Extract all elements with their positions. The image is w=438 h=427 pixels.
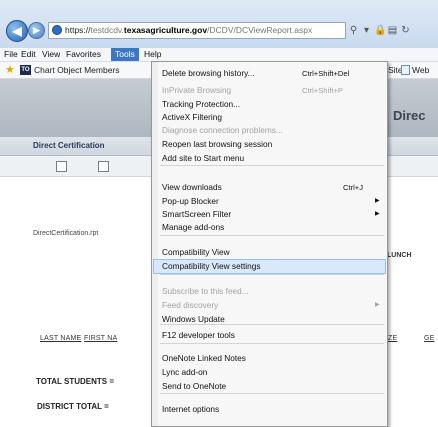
menu-item-label: F12 developer tools <box>162 330 235 340</box>
tools-menu-item-manage-add-ons[interactable]: Manage add-ons <box>154 221 385 234</box>
tools-menu-item-subscribe-to-this-feed: Subscribe to this feed... <box>154 285 385 298</box>
refresh-icon[interactable]: ↻ <box>400 22 411 39</box>
menu-item-label: Lync add-on <box>162 367 208 377</box>
url-protocol: https:// <box>65 25 91 35</box>
tools-menu-item-activex-filtering[interactable]: ActiveX Filtering <box>154 111 385 124</box>
menu-item-label: Manage add-ons <box>162 222 225 232</box>
menu-favorites[interactable]: Favorites <box>62 48 105 61</box>
menu-item-label: Send to OneNote <box>162 381 227 391</box>
menu-item-label: SmartScreen Filter <box>162 209 232 219</box>
tools-menu-item-reopen-last-browsing-session[interactable]: Reopen last browsing session <box>154 138 385 151</box>
menu-item-label: Pop-up Blocker <box>162 196 219 206</box>
lock-icon[interactable]: 🔒 <box>374 22 386 39</box>
tools-menu-item-lync-add-on[interactable]: Lync add-on <box>154 366 385 379</box>
tools-menu-item-diagnose-connection-problems: Diagnose connection problems... <box>154 124 385 137</box>
menu-separator <box>160 343 384 344</box>
total-students-label: TOTAL STUDENTS = <box>36 377 115 386</box>
address-bar-tools: ⚲ ▾ 🔒▤ ↻ <box>346 22 438 39</box>
menu-separator <box>160 324 384 325</box>
tools-menu-item-onenote-linked-notes[interactable]: OneNote Linked Notes <box>154 352 385 365</box>
print-icon[interactable] <box>98 161 109 172</box>
menu-item-label: ActiveX Filtering <box>162 112 222 122</box>
menu-item-label: Compatibility View settings <box>162 261 261 271</box>
menu-item-label: Add site to Start menu <box>162 153 245 163</box>
menu-help[interactable]: Help <box>140 48 165 61</box>
tools-menu-item-delete-browsing-history[interactable]: Delete browsing history... Ctrl+Shift+Del <box>154 67 385 80</box>
report-lunch-label: LUNCH <box>387 252 412 259</box>
section-title: Direct Certification <box>33 141 105 150</box>
tools-menu-item-pop-up-blocker[interactable]: Pop-up Blocker ▶ <box>154 195 385 208</box>
submenu-arrow-icon: ▶ <box>375 211 380 217</box>
menu-item-label: Internet options <box>162 404 220 414</box>
site-favicon-icon <box>52 25 62 35</box>
submenu-arrow-icon: ▶ <box>375 302 380 308</box>
menu-edit[interactable]: Edit <box>17 48 40 61</box>
menu-separator <box>160 274 384 275</box>
tools-menu-item-internet-options[interactable]: Internet options <box>154 403 385 416</box>
tools-menu-item-tracking-protection[interactable]: Tracking Protection... <box>154 98 385 111</box>
menu-separator <box>160 235 384 236</box>
tools-menu-item-add-site-to-start-menu[interactable]: Add site to Start menu <box>154 152 385 165</box>
menu-item-label: Delete browsing history... <box>162 68 255 78</box>
menu-item-shortcut: Ctrl+Shift+Del <box>302 69 350 78</box>
tools-menu-item-compatibility-view[interactable]: Compatibility View <box>154 246 385 259</box>
url-host: texasagriculture.gov <box>123 25 208 35</box>
tools-menu-item-feed-discovery: Feed discovery ▶ <box>154 299 385 312</box>
menu-separator <box>160 165 384 166</box>
tools-menu-dropdown: Delete browsing history... Ctrl+Shift+Del… <box>151 61 388 427</box>
back-button[interactable]: ◀ <box>6 20 28 42</box>
search-icon[interactable]: ⚲ <box>348 22 359 39</box>
menu-view[interactable]: View <box>38 48 64 61</box>
menu-bar: File Edit View Favorites Tools Help <box>0 48 438 62</box>
forward-button[interactable]: ▶ <box>28 22 45 39</box>
menu-item-label: OneNote Linked Notes <box>162 353 246 363</box>
tools-menu-item-smartscreen-filter[interactable]: SmartScreen Filter ▶ <box>154 208 385 221</box>
menu-item-shortcut: Ctrl+Shift+P <box>302 86 343 95</box>
report-filename: DirectCertification.rpt <box>33 230 99 237</box>
menu-tools[interactable]: Tools <box>111 48 139 61</box>
menu-item-label: Feed discovery <box>162 300 219 310</box>
column-partial-ze: ZE <box>388 335 398 342</box>
column-first-name: FIRST NA <box>84 335 118 342</box>
menu-item-label: View downloads <box>162 182 222 192</box>
address-bar[interactable]: https://testdcdv.texasagriculture.gov/DC… <box>48 22 346 39</box>
menu-item-shortcut: Ctrl+J <box>343 183 364 192</box>
column-partial-ge: GE <box>424 335 435 342</box>
tools-menu-item-f12-developer-tools[interactable]: F12 developer tools <box>154 329 385 342</box>
page-title: Direc <box>393 108 426 123</box>
dropdown-arrow-icon[interactable]: ▾ <box>361 22 372 39</box>
menu-item-label: Reopen last browsing session <box>162 139 273 149</box>
menu-separator <box>160 393 384 394</box>
tools-menu-item-send-to-onenote[interactable]: Send to OneNote <box>154 380 385 393</box>
export-icon[interactable] <box>56 161 67 172</box>
favorite-web[interactable]: Web <box>412 62 429 78</box>
favorite-chart-object-members[interactable]: Chart Object Members <box>34 62 120 78</box>
menu-item-label: Diagnose connection problems... <box>162 125 283 135</box>
web-page-icon <box>401 65 410 75</box>
compat-icon[interactable]: ▤ <box>387 22 398 39</box>
favorite-logo-icon: TO <box>20 65 31 75</box>
menu-item-label: Subscribe to this feed... <box>162 286 249 296</box>
menu-item-label: Compatibility View <box>162 247 230 257</box>
url-path: /DCDV/DCViewReport.aspx <box>207 25 313 35</box>
column-last-name: LAST NAME <box>40 335 82 342</box>
url-subdomain: testdcdv. <box>90 25 124 35</box>
menu-item-label: InPrivate Browsing <box>162 85 232 95</box>
district-total-label: DISTRICT TOTAL = <box>37 402 109 411</box>
tools-menu-item-view-downloads[interactable]: View downloads Ctrl+J <box>154 181 385 194</box>
tools-menu-item-inprivate-browsing: InPrivate Browsing Ctrl+Shift+P <box>154 84 385 97</box>
tools-menu-item-compatibility-view-settings[interactable]: Compatibility View settings <box>153 259 386 274</box>
submenu-arrow-icon: ▶ <box>375 198 380 204</box>
menu-item-label: Tracking Protection... <box>162 99 241 109</box>
favorites-star-icon[interactable]: ★ <box>5 63 15 76</box>
